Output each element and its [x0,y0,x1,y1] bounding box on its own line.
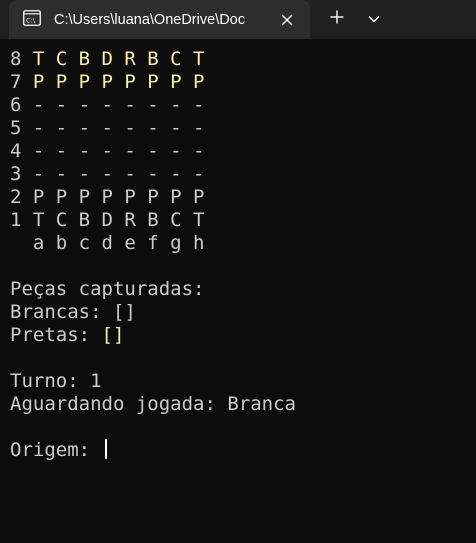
waiting-value: Branca [227,393,296,415]
new-tab-button[interactable] [321,5,353,33]
empty-squares: - - - - - - - - [32,94,205,116]
captured-white: Brancas: [] [10,301,470,324]
terminal-output[interactable]: 8 T C B D R B C T 7 P P P P P P P P 6 - … [10,48,470,462]
rank-label: 1 [10,209,22,231]
board-row-6: 6 - - - - - - - - [10,94,470,117]
captured-white-list: [] [112,301,136,323]
turn-line: Turno: 1 [10,370,470,393]
black-pawns: P P P P P P P P [32,71,205,93]
turn-label: Turno: [10,370,79,392]
file-labels: a b c d e f g h [10,232,470,255]
empty-squares: - - - - - - - - [32,163,205,185]
empty-squares: - - - - - - - - [32,117,205,139]
board-row-3: 3 - - - - - - - - [10,163,470,186]
captured-black-list: [] [101,324,125,346]
prompt-label: Origem: [10,439,91,461]
rank-label: 6 [10,94,22,116]
rank-label: 5 [10,117,22,139]
svg-text:C:\: C:\ [26,17,36,25]
waiting-line: Aguardando jogada: Branca [10,393,470,416]
board-row-4: 4 - - - - - - - - [10,140,470,163]
turn-value: 1 [90,370,102,392]
empty-squares: - - - - - - - - [32,140,205,162]
board-row-2: 2 P P P P P P P P [10,186,470,209]
terminal-icon: C:\ [23,10,41,26]
terminal-window: C:\ C:\Users\luana\OneDrive\Doc 8 T C B … [0,0,476,543]
title-bar: C:\ C:\Users\luana\OneDrive\Doc [0,0,476,39]
text-cursor [104,439,107,459]
captured-heading: Peças capturadas: [10,278,205,300]
rank-label: 8 [10,48,22,70]
board-row-7: 7 P P P P P P P P [10,71,470,94]
rank-label: 4 [10,140,22,162]
board-row-1: 1 T C B D R B C T [10,209,470,232]
terminal-tab[interactable]: C:\ C:\Users\luana\OneDrive\Doc [9,0,310,39]
black-back-rank: T C B D R B C T [32,48,205,70]
captured-black: Pretas: [] [10,324,470,347]
rank-label: 7 [10,71,22,93]
board-row-5: 5 - - - - - - - - [10,117,470,140]
captured-white-label: Brancas: [10,301,102,323]
tab-dropdown-button[interactable] [358,5,390,33]
rank-label: 2 [10,186,22,208]
plus-icon [330,10,344,29]
white-pawns: P P P P P P P P [32,186,205,208]
white-back-rank: T C B D R B C T [32,209,205,231]
file-letters: a b c d e f g h [32,232,205,254]
close-icon[interactable] [276,9,298,31]
chevron-down-icon [368,10,380,28]
captured-black-label: Pretas: [10,324,91,346]
rank-label: 3 [10,163,22,185]
input-prompt[interactable]: Origem: [10,439,470,462]
tab-title: C:\Users\luana\OneDrive\Doc [54,12,245,28]
board-row-8: 8 T C B D R B C T [10,48,470,71]
waiting-label: Aguardando jogada: [10,393,216,415]
